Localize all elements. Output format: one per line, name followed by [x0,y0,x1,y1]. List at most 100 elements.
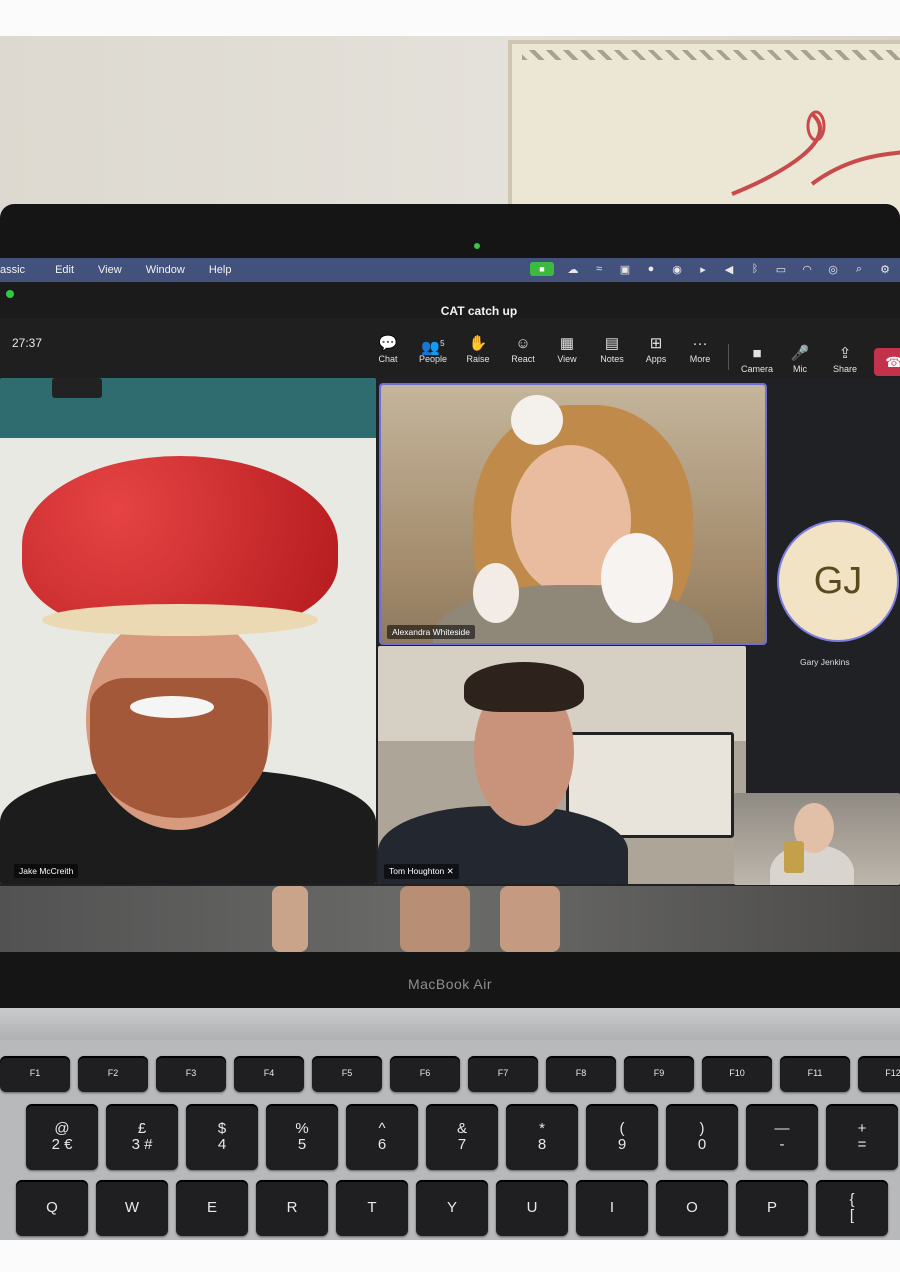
chat-icon: 💬 [378,335,398,352]
key[interactable]: F7 [468,1056,538,1092]
webcam-indicator-light [474,243,480,249]
key[interactable]: F9 [624,1056,694,1092]
key[interactable]: — - [746,1104,818,1170]
more-button[interactable]: ··· More [677,334,723,364]
key[interactable]: T [336,1180,408,1236]
key[interactable]: F8 [546,1056,616,1092]
bluetooth-icon[interactable]: ᛒ [748,263,762,275]
key[interactable]: { [ [816,1180,888,1236]
key[interactable]: Y [416,1180,488,1236]
menu-edit[interactable]: Edit [55,264,74,276]
key[interactable]: @ 2 € [26,1104,98,1170]
sync-icon[interactable]: ≈ [592,263,606,275]
video-tile-tom[interactable]: Tom Houghton ✕ [378,646,746,884]
key[interactable]: * 8 [506,1104,578,1170]
key[interactable]: F11 [780,1056,850,1092]
key[interactable]: F5 [312,1056,382,1092]
key[interactable]: R [256,1180,328,1236]
view-button[interactable]: ▦ View [544,334,590,364]
window-control-icon[interactable] [6,290,14,298]
play-icon[interactable]: ▸ [696,263,710,276]
key[interactable]: F1 [0,1056,70,1092]
avatar-gary[interactable]: GJ [777,520,899,642]
menu-view[interactable]: View [98,264,122,276]
together-mode-strip [0,886,900,952]
key[interactable]: + = [826,1104,898,1170]
person-hair [464,662,584,712]
user-icon[interactable]: ◎ [826,263,840,276]
key[interactable]: E [176,1180,248,1236]
control-center-icon[interactable]: ⚙ [878,263,892,276]
volume-icon[interactable]: ◀ [722,263,736,276]
apps-button[interactable]: ⊞ Apps [633,334,679,364]
app-icon[interactable]: ◉ [670,263,684,276]
toolbar-divider [728,344,729,370]
participant-name-alexandra: Alexandra Whiteside [387,625,475,639]
video-tile-alexandra[interactable]: Alexandra Whiteside [379,383,767,645]
participant-name-tom: Tom Houghton ✕ [384,864,459,879]
key[interactable]: F12 [858,1056,900,1092]
key[interactable]: ( 9 [586,1104,658,1170]
notes-button[interactable]: ▤ Notes [589,334,635,364]
avatar-legs [272,886,308,952]
video-tile-self[interactable] [734,793,900,885]
notes-icon: ▤ [604,335,620,352]
avatar-legs [500,886,560,952]
key[interactable]: W [96,1180,168,1236]
menu-help[interactable]: Help [209,264,232,276]
artwork-figure [731,110,900,196]
phone-hangup-icon: ☎ [885,354,900,370]
key[interactable]: F2 [78,1056,148,1092]
key[interactable]: I [576,1180,648,1236]
laptop-screen: assic Edit View Window Help ■ ☁ ≈ ▣ ● ◉ … [0,258,900,952]
wall-artwork [508,40,900,218]
hand-icon: ✋ [468,335,488,352]
mustache-filter-icon [130,696,214,718]
avatar-initials: GJ [813,559,863,602]
cloud-icon[interactable]: ☁ [566,263,580,276]
leave-call-button[interactable]: ☎ [874,348,900,376]
people-count-badge: 5 [440,339,445,348]
camera-button[interactable]: ■ Camera [734,344,780,374]
key[interactable]: % 5 [266,1104,338,1170]
phone-icon [784,841,804,873]
notification-icon[interactable]: ● [644,263,658,275]
wifi-icon[interactable]: ◠ [800,263,814,276]
key[interactable]: F3 [156,1056,226,1092]
raise-hand-button[interactable]: ✋ Raise [455,334,501,364]
key[interactable]: F4 [234,1056,304,1092]
key[interactable]: £ 3 # [106,1104,178,1170]
chat-button[interactable]: 💬 Chat [365,334,411,364]
mic-button[interactable]: 🎤 Mic [777,344,823,374]
menu-window[interactable]: Window [146,264,185,276]
ellipsis-icon: ··· [692,335,708,352]
video-tile-jake[interactable]: Jake McCreith [0,378,376,884]
key[interactable]: Q [16,1180,88,1236]
key[interactable]: ^ 6 [346,1104,418,1170]
people-button[interactable]: 👥5 People [410,334,456,364]
search-icon[interactable]: ⌕ [852,263,866,275]
mac-menu-bar: assic Edit View Window Help ■ ☁ ≈ ▣ ● ◉ … [0,258,900,282]
meeting-title: CAT catch up [440,304,518,318]
react-button[interactable]: ☺ React [500,334,546,364]
clipboard-icon[interactable]: ▣ [618,263,632,276]
participant-name-jake: Jake McCreith [14,864,79,878]
menu-bar-status-icons: ■ ☁ ≈ ▣ ● ◉ ▸ ◀ ᛒ ▭ ◠ ◎ ⌕ ⚙ [530,262,892,276]
share-button[interactable]: ⇪ Share [822,344,868,374]
key[interactable]: U [496,1180,568,1236]
key[interactable]: O [656,1180,728,1236]
avatar-legs [400,886,470,952]
key[interactable]: & 7 [426,1104,498,1170]
key[interactable]: F10 [702,1056,772,1092]
key[interactable]: F6 [390,1056,460,1092]
guinea-pig-filter-icon [473,563,519,623]
meeting-timer: 27:37 [12,336,43,350]
camera-in-use-icon[interactable]: ■ [530,262,554,276]
mushroom-hat-rim [42,604,318,636]
guinea-pig-filter-icon [511,395,563,445]
key[interactable]: $ 4 [186,1104,258,1170]
key[interactable]: ) 0 [666,1104,738,1170]
menu-app[interactable]: assic [0,264,25,276]
key[interactable]: P [736,1180,808,1236]
battery-icon[interactable]: ▭ [774,263,788,276]
